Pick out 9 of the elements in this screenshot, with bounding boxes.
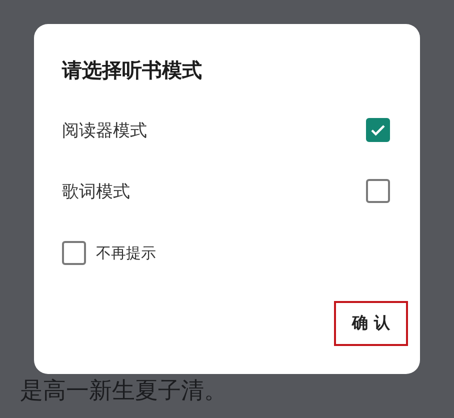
mode-option-label: 阅读器模式 bbox=[62, 120, 147, 142]
dont-remind-label: 不再提示 bbox=[96, 244, 156, 262]
book-text-line: 是高一新生夏子清。 bbox=[20, 377, 227, 406]
dialog-title: 请选择听书模式 bbox=[62, 57, 202, 84]
dont-remind-checkbox[interactable] bbox=[62, 241, 86, 265]
mode-option-label: 歌词模式 bbox=[62, 180, 130, 202]
mode-checkbox[interactable] bbox=[366, 118, 390, 142]
confirm-button[interactable]: 确 认 bbox=[334, 301, 408, 346]
mode-checkbox[interactable] bbox=[366, 179, 390, 203]
